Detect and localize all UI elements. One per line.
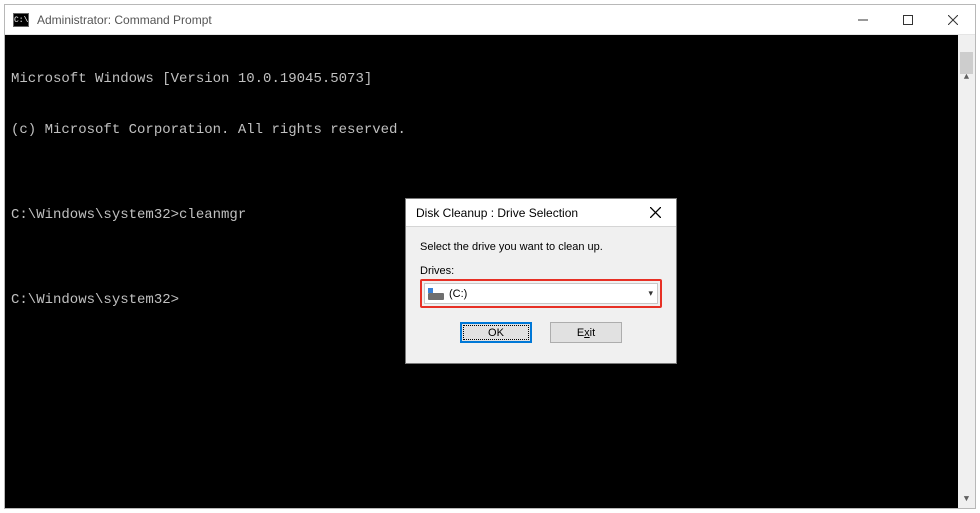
scroll-thumb[interactable] — [960, 52, 973, 74]
cmd-titlebar: C:\. Administrator: Command Prompt — [5, 5, 975, 35]
exit-button-label: Exit — [577, 327, 595, 339]
dialog-close-button[interactable] — [634, 199, 676, 226]
scrollbar[interactable]: ▲ ▼ — [958, 35, 975, 508]
minimize-button[interactable] — [840, 5, 885, 34]
dialog-title: Disk Cleanup : Drive Selection — [416, 206, 578, 220]
cmd-title: Administrator: Command Prompt — [37, 13, 212, 27]
chevron-down-icon: ▾ — [648, 288, 653, 299]
scroll-down-icon[interactable]: ▼ — [958, 491, 975, 508]
ok-button-label: OK — [488, 327, 504, 339]
window-controls — [840, 5, 975, 34]
drives-combobox[interactable]: (C:) ▾ — [424, 283, 658, 304]
drive-icon — [428, 288, 444, 300]
close-button[interactable] — [930, 5, 975, 34]
dialog-titlebar: Disk Cleanup : Drive Selection — [406, 199, 676, 227]
dialog-instruction: Select the drive you want to clean up. — [420, 241, 662, 253]
drives-label: Drives: — [420, 265, 662, 277]
dialog-body: Select the drive you want to clean up. D… — [406, 227, 676, 363]
selected-drive-label: (C:) — [449, 288, 648, 300]
exit-button[interactable]: Exit — [550, 322, 622, 343]
disk-cleanup-dialog: Disk Cleanup : Drive Selection Select th… — [405, 198, 677, 364]
maximize-button[interactable] — [885, 5, 930, 34]
cmd-line: Microsoft Windows [Version 10.0.19045.50… — [11, 71, 969, 88]
cmd-icon: C:\. — [13, 13, 29, 27]
ok-button[interactable]: OK — [460, 322, 532, 343]
dialog-buttons: OK Exit — [420, 322, 662, 343]
cmd-line: (c) Microsoft Corporation. All rights re… — [11, 122, 969, 139]
highlight-annotation: (C:) ▾ — [420, 279, 662, 308]
